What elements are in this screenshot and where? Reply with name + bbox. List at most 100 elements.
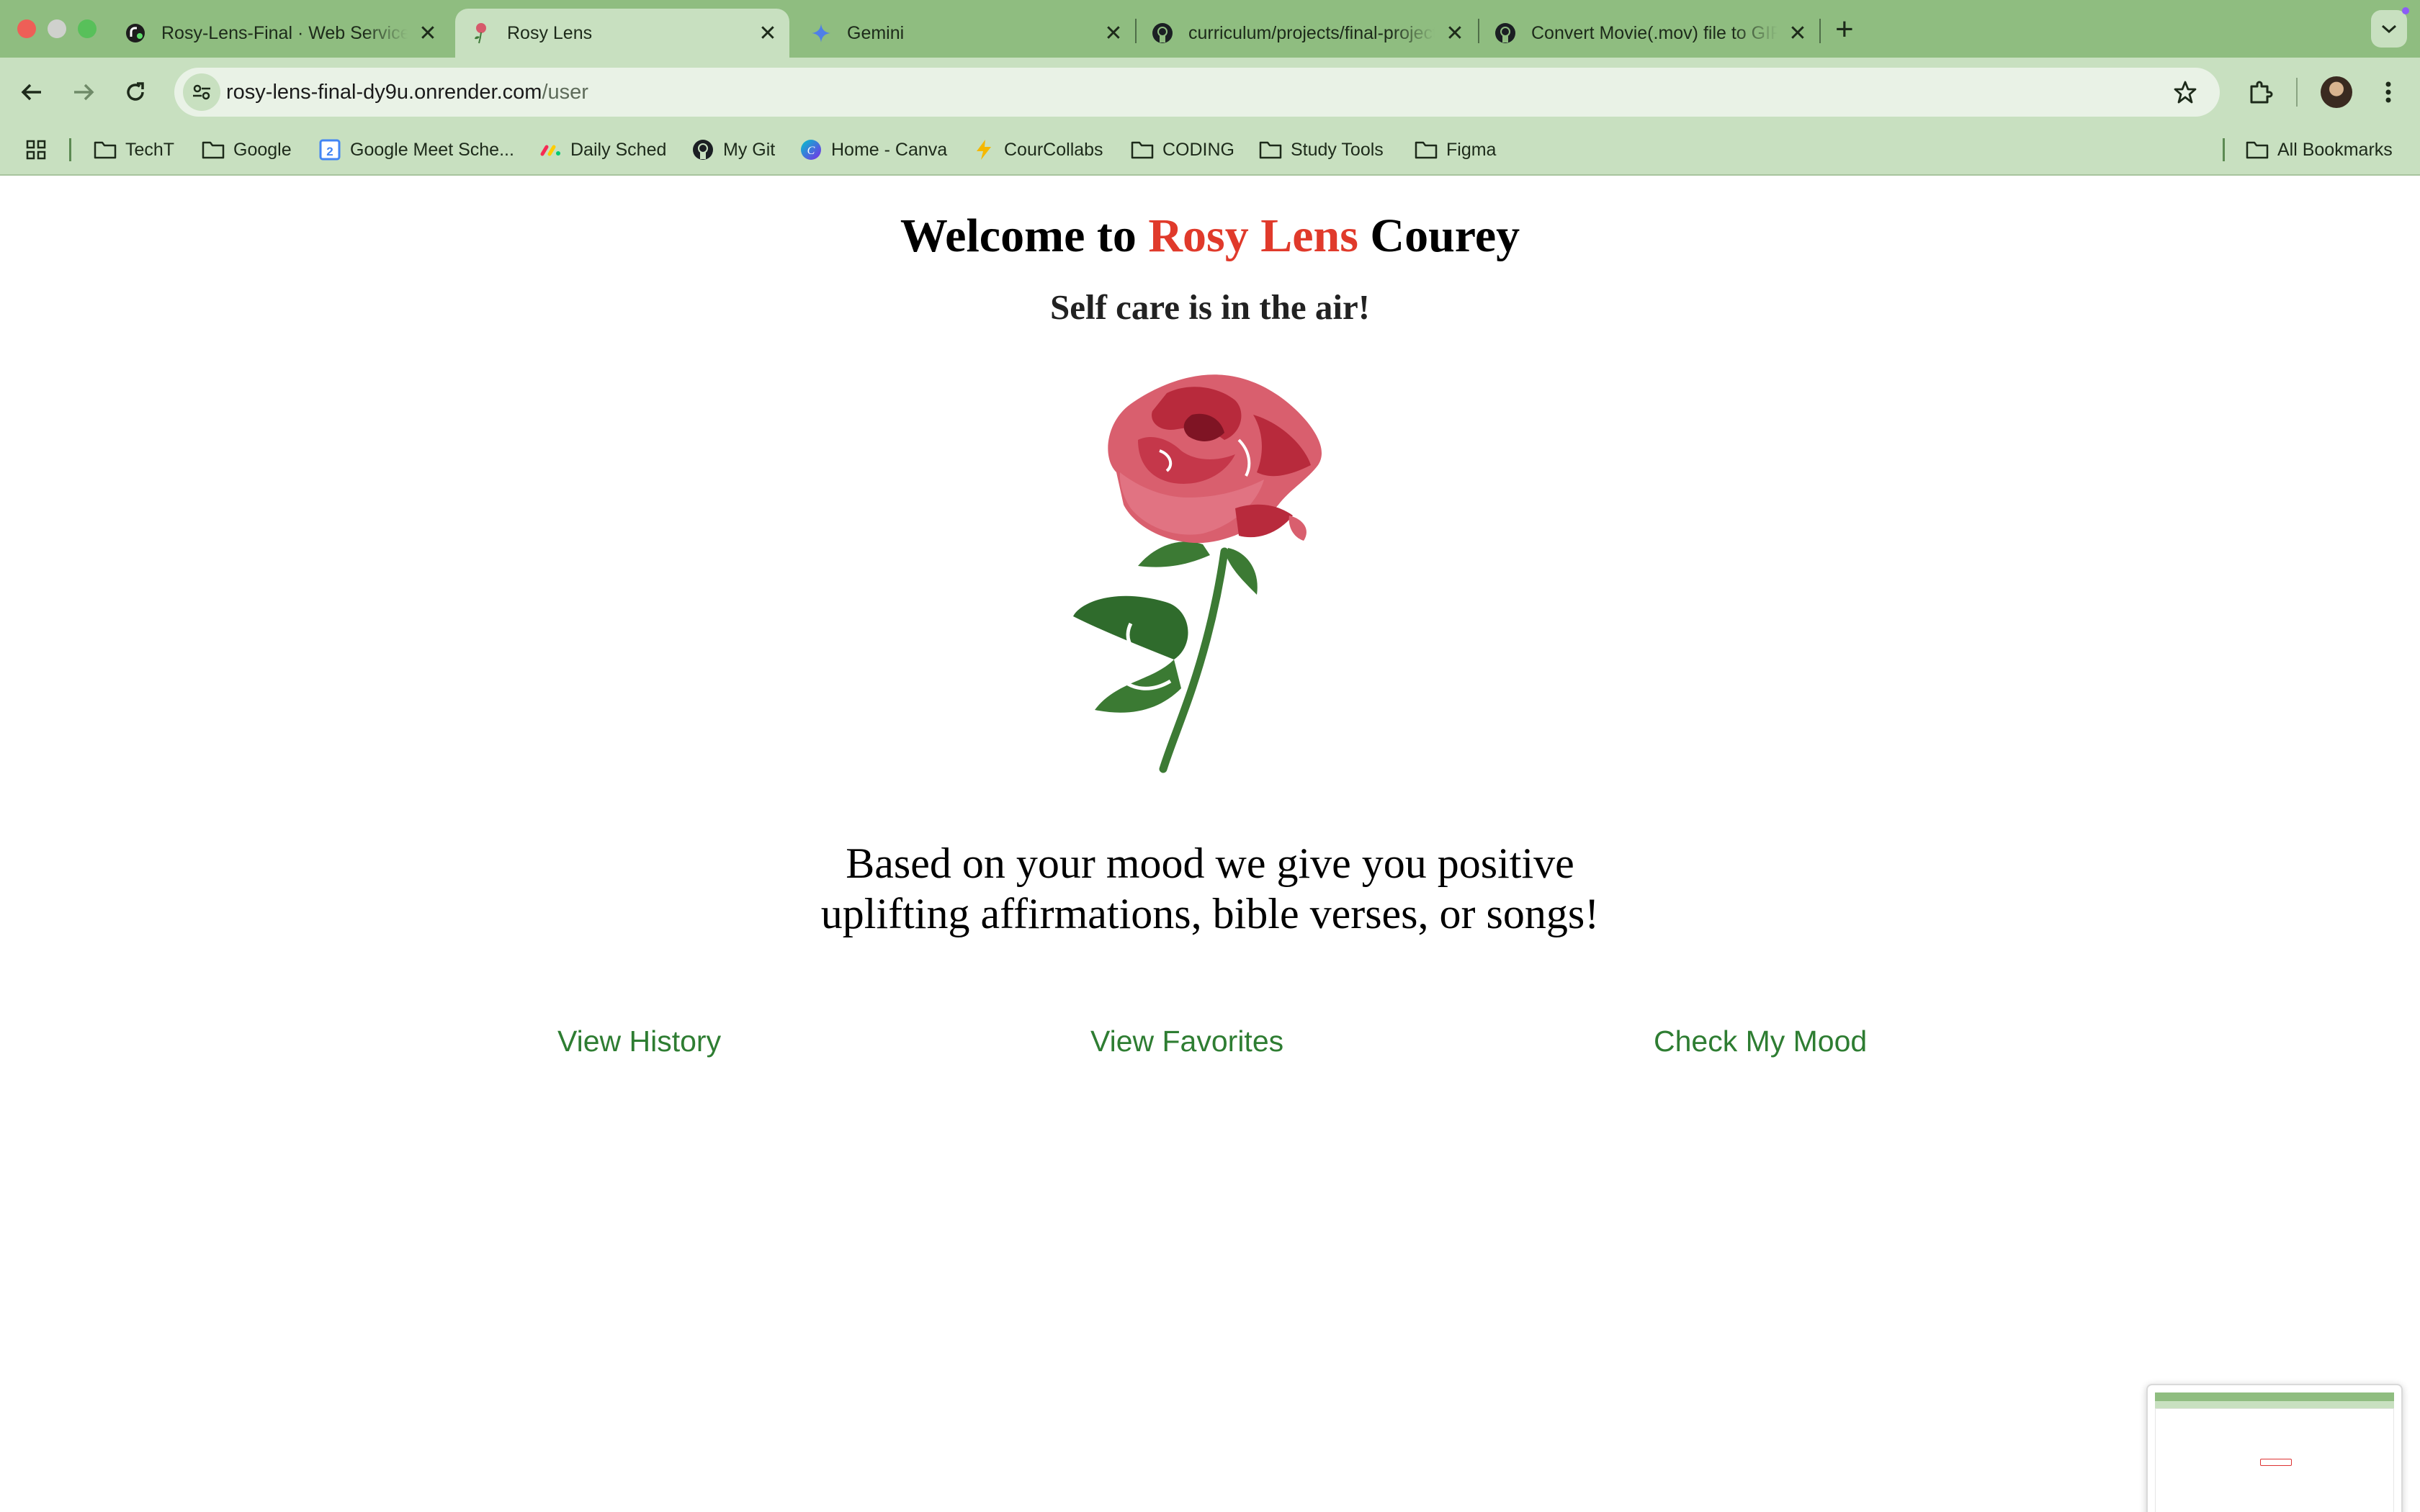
- svg-text:C: C: [807, 145, 815, 157]
- tab-title: Rosy Lens: [507, 22, 593, 43]
- canva-icon: C: [799, 138, 823, 161]
- tab-title: Convert Movie(.mov) file to GIF: [1531, 22, 1778, 43]
- window-maximize-button[interactable]: [78, 19, 97, 38]
- arrow-left-icon: [21, 84, 41, 101]
- bookmark-google-meet-scheduler[interactable]: 2 Google Meet Sche...: [318, 134, 514, 166]
- thumbnail-button: [2260, 1459, 2292, 1466]
- rose-favicon-icon: [470, 22, 493, 45]
- view-favorites-link[interactable]: View Favorites: [1090, 1022, 1283, 1060]
- description-text: Based on your mood we give you positive …: [0, 838, 2420, 939]
- page-subtitle: Self care is in the air!: [1049, 287, 1371, 327]
- bookmark-study-tools[interactable]: Study Tools: [1259, 134, 1384, 166]
- view-history-link[interactable]: View History: [557, 1022, 721, 1060]
- screen-recording-thumbnail[interactable]: [2146, 1384, 2403, 1512]
- new-tab-button[interactable]: +: [1835, 12, 1854, 48]
- tab-separator: [1478, 19, 1479, 43]
- tab-title: Rosy-Lens-Final · Web Service: [161, 22, 408, 43]
- folder-icon: [1415, 138, 1438, 161]
- kebab-menu-icon: [2385, 81, 2391, 103]
- notification-dot: [2402, 7, 2409, 14]
- bookmark-label: CourCollabs: [1004, 139, 1103, 160]
- check-my-mood-link[interactable]: Check My Mood: [1654, 1022, 1867, 1060]
- bookmark-courcollabs[interactable]: CourCollabs: [972, 134, 1103, 166]
- close-tab-icon[interactable]: ✕: [1445, 21, 1465, 46]
- window-close-button[interactable]: [17, 19, 36, 38]
- svg-text:2: 2: [326, 145, 333, 158]
- bookmark-figma[interactable]: Figma: [1415, 134, 1496, 166]
- bookmark-label: Study Tools: [1291, 139, 1384, 160]
- url-host: rosy-lens-final-dy9u.onrender.com: [226, 81, 542, 104]
- profile-avatar[interactable]: [2321, 76, 2352, 108]
- tab-rosy-lens-final-web-service[interactable]: Rosy-Lens-Final · Web Service ✕: [124, 9, 438, 58]
- url-text[interactable]: rosy-lens-final-dy9u.onrender.com/user: [226, 78, 588, 107]
- extensions-button[interactable]: [2243, 75, 2277, 109]
- rose-illustration: [1073, 374, 1322, 773]
- description-line-1: Based on your mood we give you positive: [846, 840, 1574, 887]
- github-icon: [691, 138, 714, 161]
- reload-button[interactable]: [118, 75, 153, 109]
- thumbnail-toolbar: [2155, 1401, 2394, 1408]
- toolbar-separator: [2296, 78, 2298, 107]
- chevron-down-icon: [2382, 24, 2396, 34]
- tab-rosy-lens[interactable]: Rosy Lens ✕: [455, 9, 789, 58]
- tab-curriculum-final-project[interactable]: curriculum/projects/final-project ✕: [1151, 9, 1465, 58]
- close-tab-icon[interactable]: ✕: [1788, 21, 1808, 46]
- tab-convert-movie[interactable]: Convert Movie(.mov) file to GIF ✕: [1494, 9, 1808, 58]
- bookmark-label: Google: [233, 139, 292, 160]
- window-minimize-button[interactable]: [48, 19, 66, 38]
- star-icon: [2174, 81, 2197, 104]
- folder-icon: [94, 138, 117, 161]
- close-tab-icon[interactable]: ✕: [758, 21, 778, 46]
- user-name: Courey: [1370, 210, 1520, 262]
- all-bookmarks-label: All Bookmarks: [2277, 139, 2393, 160]
- forward-button[interactable]: [66, 75, 101, 109]
- bookmark-google[interactable]: Google: [202, 134, 292, 166]
- url-path: /user: [542, 81, 588, 104]
- calendar-icon: 2: [318, 138, 341, 161]
- bookmark-label: Google Meet Sche...: [350, 139, 514, 160]
- folder-icon: [1259, 138, 1282, 161]
- welcome-heading: Welcome to Rosy Lens Courey: [0, 207, 2420, 265]
- apps-button[interactable]: [24, 134, 56, 166]
- bookmark-techt[interactable]: TechT: [94, 134, 174, 166]
- bookmark-coding[interactable]: CODING: [1131, 134, 1234, 166]
- bookmark-my-git[interactable]: My Git: [691, 134, 775, 166]
- bookmark-label: Figma: [1446, 139, 1497, 160]
- tune-icon: [193, 84, 210, 100]
- browser-menu-button[interactable]: [2374, 75, 2403, 109]
- reload-icon: [127, 82, 144, 101]
- welcome-prefix: Welcome to: [900, 210, 1137, 262]
- bookmark-star-button[interactable]: [2169, 76, 2201, 108]
- close-tab-icon[interactable]: ✕: [1103, 21, 1124, 46]
- monday-icon: [539, 138, 562, 161]
- description-line-2: uplifting affirmations, bible verses, or…: [820, 890, 1600, 937]
- site-info-button[interactable]: [183, 73, 220, 111]
- apps-grid-icon: [24, 138, 48, 161]
- tab-search-button[interactable]: [2371, 10, 2407, 48]
- github-icon: [1494, 22, 1517, 45]
- arrow-right-icon: [74, 84, 94, 101]
- bookmark-label: CODING: [1162, 139, 1234, 160]
- bookmarks-separator: [69, 138, 71, 161]
- tab-gemini[interactable]: Gemini ✕: [810, 9, 1124, 58]
- bookmark-label: My Git: [723, 139, 776, 160]
- tab-separator: [1819, 19, 1821, 43]
- folder-icon: [2246, 138, 2269, 161]
- page-content: Welcome to Rosy Lens Courey Self care is…: [0, 177, 2420, 1512]
- bookmark-home-canva[interactable]: C Home - Canva: [799, 134, 947, 166]
- brand-name: Rosy Lens: [1148, 210, 1358, 262]
- tab-title: Gemini: [847, 22, 905, 43]
- tab-separator: [1135, 19, 1137, 43]
- github-icon: [1151, 22, 1174, 45]
- folder-icon: [1131, 138, 1154, 161]
- render-icon: [124, 22, 147, 45]
- gemini-icon: [810, 22, 833, 45]
- bookmark-label: Daily Sched: [570, 139, 667, 160]
- bolt-icon: [972, 138, 995, 161]
- close-tab-icon[interactable]: ✕: [418, 21, 438, 46]
- bookmark-daily-sched[interactable]: Daily Sched: [539, 134, 666, 166]
- all-bookmarks-button[interactable]: All Bookmarks: [2246, 134, 2393, 166]
- tab-title: curriculum/projects/final-project: [1188, 22, 1435, 43]
- back-button[interactable]: [14, 75, 49, 109]
- bookmark-label: TechT: [125, 139, 175, 160]
